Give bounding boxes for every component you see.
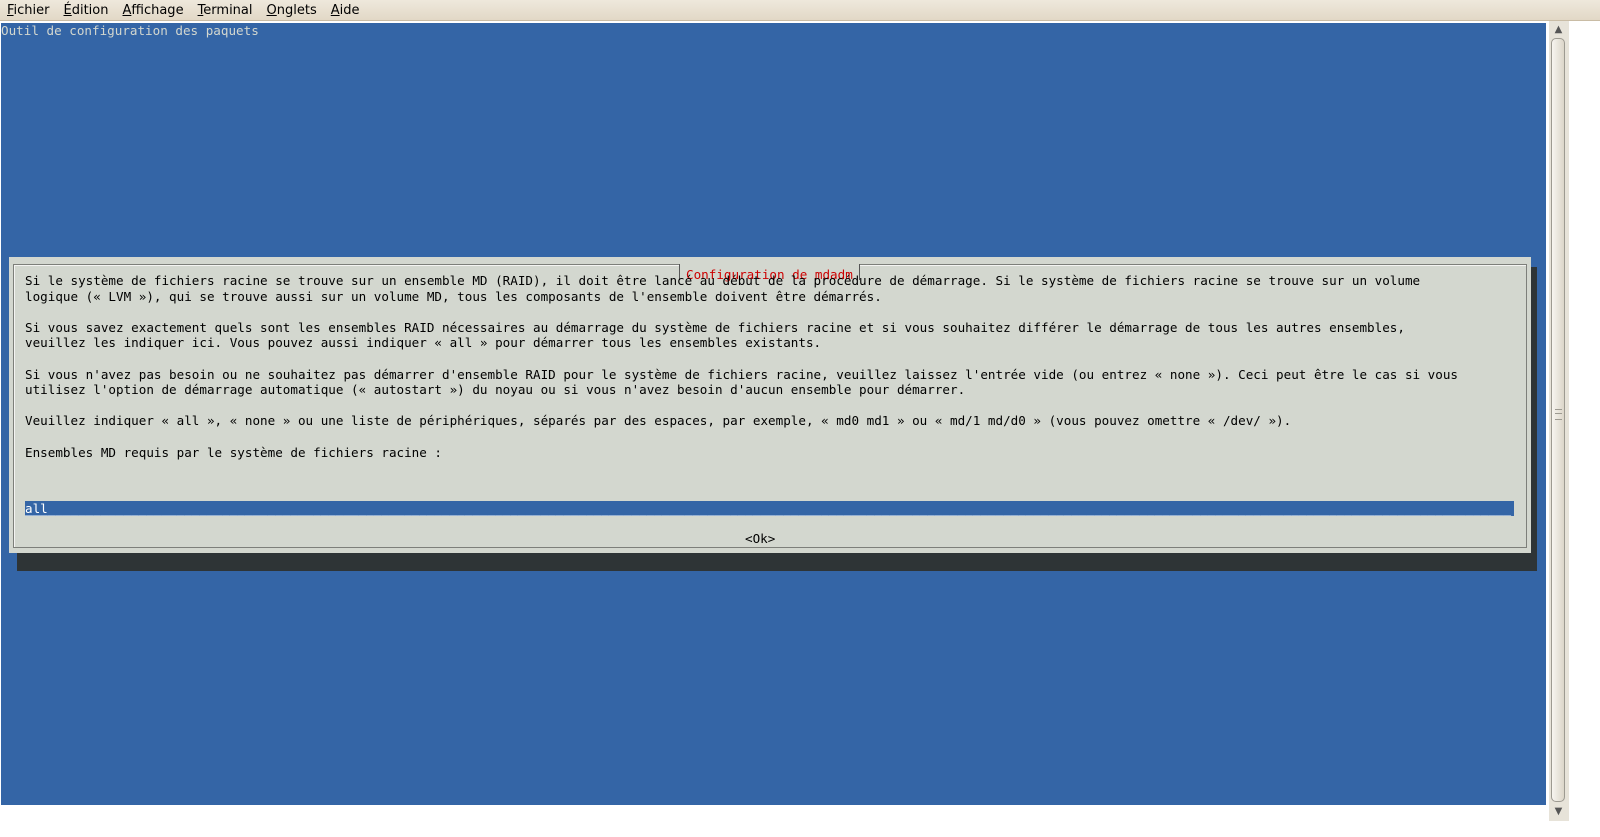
scroll-thumb[interactable] — [1551, 38, 1565, 802]
entry-value: all — [25, 501, 48, 516]
terminal-screen[interactable]: Outil de configuration des paquets Confi… — [1, 23, 1546, 805]
dialog-body: Si le système de fichiers racine se trou… — [25, 273, 1458, 460]
grip-icon — [1555, 409, 1562, 420]
menu-aide[interactable]: Aide — [324, 0, 367, 21]
mdadm-dialog: Configuration de mdadm Si le système de … — [9, 257, 1531, 553]
menu-onglets[interactable]: Onglets — [260, 0, 324, 21]
scroll-up-icon[interactable]: ▲ — [1550, 23, 1567, 37]
menu-fichier[interactable]: Fichier — [0, 0, 57, 21]
backtitle: Outil de configuration des paquets — [1, 23, 259, 38]
dialog-paragraph-2: Si vous savez exactement quels sont les … — [25, 319, 1405, 351]
ok-button[interactable]: <Ok> — [745, 531, 775, 547]
dialog-paragraph-3: Si vous n'avez pas besoin ou ne souhaite… — [25, 366, 1459, 398]
entry-prompt-label: Ensembles MD requis par le système de fi… — [25, 444, 443, 460]
dialog-paragraph-1: Si le système de fichiers racine se trou… — [25, 273, 1421, 304]
menu-terminal[interactable]: Terminal — [191, 0, 260, 21]
menu-affichage[interactable]: Affichage — [115, 0, 190, 21]
dialog-paragraph-4: Veuillez indiquer « all », « none » ou u… — [25, 413, 1292, 429]
md-arrays-input[interactable]: ________________________________________… — [25, 501, 1514, 516]
entry-fill: ________________________________________… — [25, 501, 1512, 516]
menubar: Fichier Édition Affichage Terminal Ongle… — [0, 0, 1600, 21]
menu-edition[interactable]: Édition — [57, 0, 116, 21]
vertical-scrollbar[interactable]: ▲ ▼ — [1549, 21, 1569, 821]
scroll-down-icon[interactable]: ▼ — [1550, 805, 1567, 819]
